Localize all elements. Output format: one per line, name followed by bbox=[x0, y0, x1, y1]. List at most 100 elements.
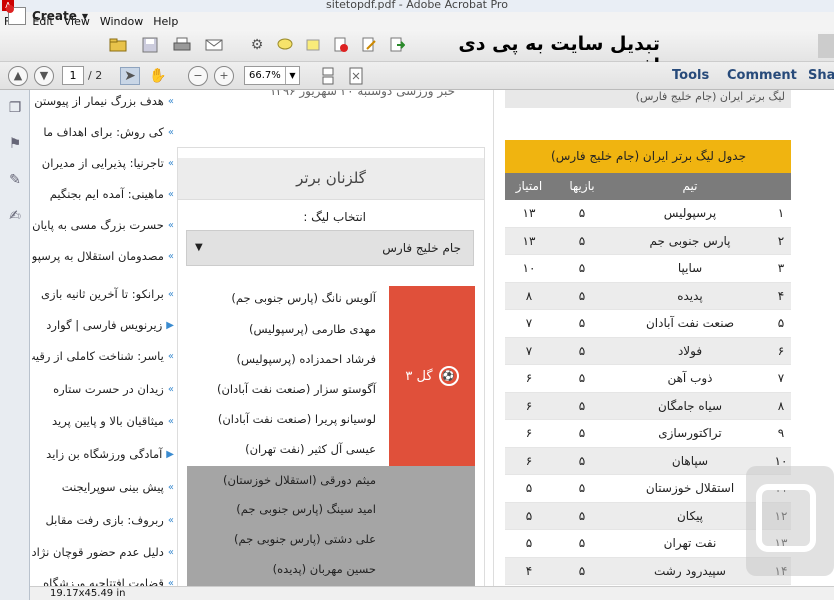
navigation-pane: ❐ ⚑ ✎ ✍ bbox=[0, 90, 30, 600]
scorer-name[interactable]: آلویس نانگ (پارس جنوبی جم) bbox=[231, 291, 376, 305]
news-item[interactable]: » برانکو: تا آخرین ثانیه بازی bbox=[41, 280, 174, 308]
zoom-select[interactable]: 66.7% ▼ bbox=[244, 66, 300, 85]
hand-tool-icon[interactable]: ✋ bbox=[148, 67, 168, 85]
news-footer: خبر ورزشی دوشنبه ۲۰ شهریور ۱۳۹۶ bbox=[177, 90, 485, 148]
scorer-name[interactable]: فرشاد احمدزاده (پرسپولیس) bbox=[237, 352, 377, 366]
league-table-header: امتیاز بازیها تیم bbox=[505, 173, 791, 200]
news-item[interactable]: »مصدومان استقلال به پرسپولیس bbox=[32, 242, 174, 270]
news-item[interactable]: » کی روش: برای اهداف ما bbox=[43, 118, 174, 146]
cell-points: ۵ bbox=[525, 536, 533, 550]
cell-games: ۵ bbox=[578, 371, 586, 385]
attachments-icon[interactable]: ✎ bbox=[6, 172, 24, 190]
cell-games: ۵ bbox=[578, 261, 586, 275]
table-row: ۶ ۵ تراکتورسازی ۹ bbox=[505, 420, 791, 448]
cell-team: سیاه جامگان bbox=[657, 398, 723, 413]
news-item[interactable]: » پیش بینی سوپرایجنت bbox=[62, 473, 174, 501]
edit-document-icon[interactable] bbox=[359, 36, 379, 54]
scorer-name[interactable]: امید سینگ (پارس جنوبی جم) bbox=[236, 502, 376, 516]
league-select[interactable]: جام خلیج فارس ▼ bbox=[186, 230, 474, 266]
cell-games: ۵ bbox=[578, 481, 586, 495]
league-select-value: جام خلیج فارس bbox=[382, 241, 461, 255]
delete-page-icon[interactable] bbox=[331, 36, 351, 54]
fit-page-icon[interactable] bbox=[346, 67, 366, 85]
league-table-tab[interactable]: لیگ برتر ایران (جام خلیج فارس) bbox=[505, 90, 791, 108]
cell-team: پارس جنوبی جم bbox=[649, 233, 731, 248]
cell-rank: ۱ bbox=[777, 206, 785, 220]
open-folder-icon[interactable] bbox=[108, 36, 128, 54]
page-thumbnails-icon[interactable]: ❐ bbox=[6, 100, 24, 118]
news-item[interactable]: ▶ زیرنویس فارسی | گوارد bbox=[46, 311, 174, 339]
zoom-in-icon[interactable]: + bbox=[214, 66, 234, 86]
news-item[interactable]: » ربروف: بازی رفت مقابل bbox=[45, 506, 174, 534]
cell-team: پیکان bbox=[676, 508, 704, 523]
gear-icon[interactable]: ⚙ bbox=[247, 36, 267, 54]
cell-rank: ۵ bbox=[777, 316, 785, 330]
share-pane-button[interactable]: Shar bbox=[808, 68, 834, 83]
cell-team: استقلال خوزستان bbox=[645, 481, 735, 495]
news-item[interactable]: » دلیل عدم حضور قوچان نژاد bbox=[32, 538, 174, 566]
news-item[interactable]: » ماهینی: آمده ایم بجنگیم bbox=[50, 180, 174, 208]
chevron-icon: » bbox=[167, 157, 174, 169]
save-icon[interactable] bbox=[140, 36, 160, 54]
news-item[interactable]: » هدف بزرگ نیمار از پیوستن bbox=[34, 90, 174, 115]
scorer-name[interactable]: عیسی آل کثیر (نفت تهران) bbox=[245, 442, 376, 456]
chevron-icon: » bbox=[167, 188, 174, 200]
cell-points: ۵ bbox=[525, 481, 533, 495]
news-item[interactable]: ▶ آمادگی ورزشگاه بن زاید bbox=[46, 440, 174, 468]
export-icon[interactable] bbox=[387, 36, 407, 54]
zoom-value: 66.7% bbox=[249, 70, 281, 81]
top-scorers-title: گلزنان برتر bbox=[178, 158, 484, 200]
news-date: خبر ورزشی دوشنبه ۲۰ شهریور ۱۳۹۶ bbox=[269, 90, 455, 98]
cell-games: ۵ bbox=[578, 426, 586, 440]
news-item[interactable]: » زیدان در حسرت ستاره bbox=[53, 375, 174, 403]
cell-games: ۵ bbox=[578, 233, 586, 248]
scorer-name[interactable]: مهدی طارمی (پرسپولیس) bbox=[249, 322, 376, 336]
scorer-name[interactable]: میثم دورقی (استقلال خوزستان) bbox=[223, 473, 376, 487]
email-icon[interactable] bbox=[204, 36, 224, 54]
news-item[interactable]: » حسرت بزرگ مسی به پایان bbox=[32, 211, 174, 239]
scorer-name[interactable]: علی دشتی (پارس جنوبی جم) bbox=[234, 532, 376, 546]
zoom-out-icon[interactable]: − bbox=[188, 66, 208, 86]
window-edge-control[interactable] bbox=[818, 34, 834, 58]
cell-points: ۶ bbox=[525, 453, 533, 468]
create-button[interactable]: Create ▼ bbox=[6, 5, 88, 26]
goals-badge-red: ۳ گل ⚽ bbox=[389, 286, 475, 466]
previous-page-icon[interactable]: ▲ bbox=[8, 66, 28, 86]
highlight-icon[interactable] bbox=[303, 36, 323, 54]
comment-pane-button[interactable]: Comment bbox=[727, 68, 797, 83]
news-item[interactable]: » تاجرنیا: پذیرایی از مدیران bbox=[42, 149, 174, 177]
cell-games: ۵ bbox=[578, 453, 586, 468]
comment-bubble-icon[interactable] bbox=[275, 36, 295, 54]
scorer-name[interactable]: آگوستو سزار (صنعت نفت آبادان) bbox=[217, 382, 376, 396]
news-item[interactable]: » یاسر: شناخت کاملی از رقیب bbox=[32, 342, 174, 370]
league-select-label: انتخاب لیگ : bbox=[303, 210, 366, 224]
cell-games: ۵ bbox=[578, 398, 586, 413]
chevron-icon: » bbox=[167, 546, 174, 558]
cell-games: ۵ bbox=[578, 536, 586, 550]
cell-points: ۶ bbox=[525, 426, 533, 440]
scorer-name[interactable]: لوسیانو پریرا (صنعت نفت آبادان) bbox=[218, 412, 376, 426]
news-item[interactable]: » میثاقیان بالا و پایین پرید bbox=[52, 407, 174, 435]
cell-points: ۶ bbox=[525, 398, 533, 413]
next-page-icon[interactable]: ▼ bbox=[34, 66, 54, 86]
cell-games: ۵ bbox=[578, 508, 586, 523]
tools-pane-button[interactable]: Tools bbox=[672, 68, 709, 83]
cell-points: ۱۰ bbox=[522, 261, 536, 275]
bookmarks-icon[interactable]: ⚑ bbox=[6, 136, 24, 154]
page-number-input[interactable]: 1 bbox=[62, 66, 84, 85]
table-row: ۱۰ ۵ سایپا ۳ bbox=[505, 255, 791, 283]
menu-help[interactable]: Help bbox=[149, 15, 184, 28]
cell-team: سایپا bbox=[677, 261, 703, 275]
menu-window[interactable]: Window bbox=[96, 15, 149, 28]
scroll-mode-icon[interactable] bbox=[318, 67, 338, 85]
print-icon[interactable] bbox=[172, 36, 192, 54]
table-row: ۷ ۵ صنعت نفت آبادان ۵ bbox=[505, 310, 791, 338]
select-tool-icon[interactable]: ➤ bbox=[120, 67, 140, 85]
cell-team: ذوب آهن bbox=[667, 371, 713, 385]
signatures-icon[interactable]: ✍ bbox=[6, 208, 24, 226]
scorer-name[interactable]: حسین مهربان (پدیده) bbox=[273, 562, 376, 576]
chevron-icon: » bbox=[167, 126, 174, 138]
cell-team: سپیدرود رشت bbox=[654, 563, 726, 578]
chevron-icon: » bbox=[167, 219, 174, 231]
cell-team: پرسپولیس bbox=[663, 206, 717, 220]
